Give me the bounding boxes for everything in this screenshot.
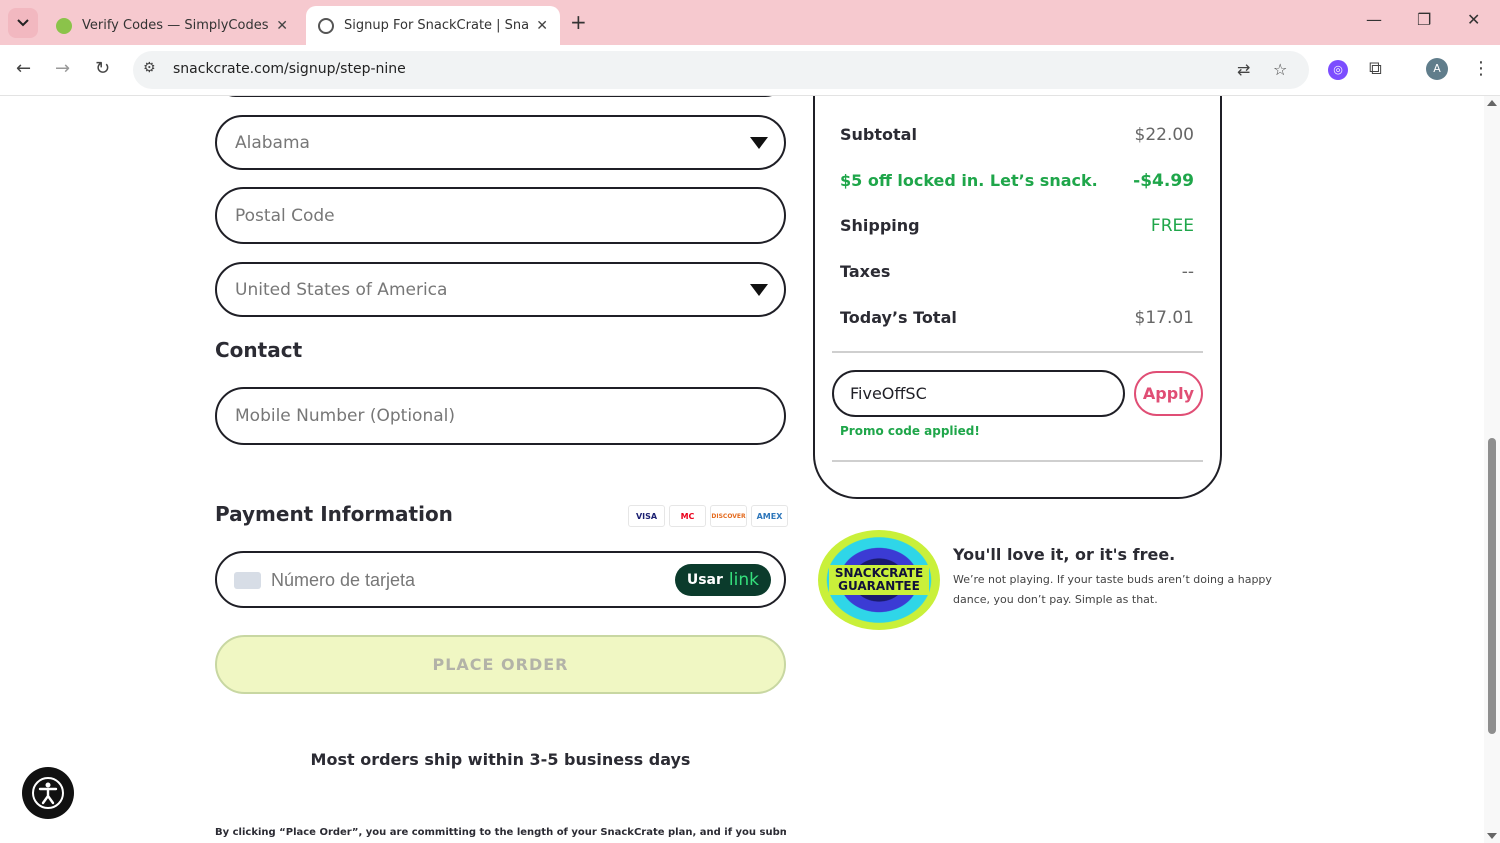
apply-button[interactable]: Apply [1134,371,1203,416]
total-value: $17.01 [1134,308,1194,328]
postal-code-input[interactable]: Postal Code [215,187,786,244]
browser-tab-bar: Verify Codes — SimplyCodes ✕ Signup For … [0,0,1500,45]
country-select-value: United States of America [235,280,448,300]
extension-icon[interactable]: ◎ [1328,60,1348,80]
close-tab-icon[interactable]: ✕ [536,18,548,34]
chevron-down-icon [17,19,29,27]
use-link-button[interactable]: Usar link [674,564,771,596]
close-window-icon[interactable]: ✕ [1467,10,1480,29]
promo-status: Promo code applied! [840,424,980,438]
country-select[interactable]: United States of America [215,262,786,317]
promo-row: $5 off locked in. Let’s snack. -$4.99 [840,171,1194,191]
extensions-puzzle-icon[interactable]: ⧉ [1369,58,1382,79]
contact-heading: Contact [215,338,303,362]
browser-toolbar: ← → ↻ ⚙ snackcrate.com/signup/step-nine … [0,45,1500,96]
state-select[interactable]: Alabama [215,115,786,170]
translate-icon[interactable]: ⇄ [1237,60,1250,79]
globe-icon [318,17,334,34]
bookmark-star-icon[interactable]: ☆ [1273,60,1287,79]
back-icon[interactable]: ← [16,58,31,79]
guarantee-badge-text: SNACKCRATE GUARANTEE [828,565,930,595]
scroll-down-icon[interactable] [1487,833,1497,839]
minimize-icon[interactable]: — [1366,10,1382,29]
order-summary-card [813,96,1222,499]
card-number-placeholder: Número de tarjeta [271,570,416,590]
guarantee-badge: SNACKCRATE GUARANTEE [818,530,940,630]
legal-text: By clicking “Place Order”, you are commi… [215,827,786,838]
subtotal-row: Subtotal $22.00 [840,125,1194,145]
shipping-row: Shipping FREE [840,216,1194,236]
new-tab-button[interactable]: + [570,10,587,34]
restore-icon[interactable]: ❐ [1417,10,1431,29]
shipping-label: Shipping [840,216,920,235]
forward-icon[interactable]: → [55,58,70,79]
accessibility-icon [32,777,64,809]
amex-icon: AMEX [751,505,788,527]
place-order-button[interactable]: PLACE ORDER [215,635,786,694]
shipping-value: FREE [1150,216,1194,236]
guarantee-body: We’re not playing. If your taste buds ar… [953,573,1272,606]
total-label: Today’s Total [840,308,957,327]
taxes-value: -- [1181,262,1194,282]
total-row: Today’s Total $17.01 [840,308,1194,328]
card-number-input[interactable]: Número de tarjeta Usar link [215,551,786,608]
visa-icon: VISA [628,505,665,527]
menu-kebab-icon[interactable]: ⋮ [1472,58,1490,79]
payment-heading: Payment Information [215,502,453,526]
tab-snackcrate-signup[interactable]: Signup For SnackCrate | SnackC ✕ [306,6,560,45]
tab-title: Verify Codes — SimplyCodes [82,18,269,33]
profile-avatar[interactable]: A [1426,58,1448,80]
subtotal-value: $22.00 [1134,125,1194,145]
promo-code-input[interactable]: FiveOffSC [832,370,1125,417]
credit-card-icon [234,572,261,589]
taxes-label: Taxes [840,262,891,281]
address-field-partial[interactable] [215,96,786,97]
state-select-value: Alabama [235,133,310,153]
mastercard-icon: MC [669,505,706,527]
postal-code-placeholder: Postal Code [235,206,335,226]
mobile-number-placeholder: Mobile Number (Optional) [235,406,456,426]
taxes-row: Taxes -- [840,262,1194,282]
mobile-number-input[interactable]: Mobile Number (Optional) [215,387,786,445]
address-bar[interactable]: ⚙ snackcrate.com/signup/step-nine ⇄ ☆ [133,51,1309,89]
close-tab-icon[interactable]: ✕ [276,18,288,34]
divider [832,460,1203,462]
link-button-usar: Usar [686,572,723,588]
tab-simplycodes[interactable]: Verify Codes — SimplyCodes ✕ [44,6,300,45]
scroll-thumb[interactable] [1488,438,1496,734]
card-brands: VISA MC DISCOVER AMEX [628,505,788,527]
simplycodes-favicon-icon [56,17,72,34]
promo-code-value: FiveOffSC [850,384,927,403]
promo-value: -$4.99 [1133,171,1194,191]
subtotal-label: Subtotal [840,125,917,144]
dropdown-arrow-icon [750,137,768,149]
page-content: Alabama Postal Code United States of Ame… [0,96,1484,843]
scroll-up-icon[interactable] [1487,100,1497,106]
page-scrollbar[interactable] [1484,96,1500,843]
reload-icon[interactable]: ↻ [95,58,110,79]
shipping-note: Most orders ship within 3-5 business day… [310,750,691,769]
link-button-link: link [728,570,759,590]
divider [832,351,1203,353]
discover-icon: DISCOVER [710,505,747,527]
promo-label: $5 off locked in. Let’s snack. [840,171,1098,190]
tab-search-button[interactable] [8,8,38,38]
dropdown-arrow-icon [750,284,768,296]
accessibility-button[interactable] [22,767,74,819]
guarantee-title: You'll love it, or it's free. [953,545,1176,564]
badge-line-2: GUARANTEE [838,579,920,593]
site-info-icon[interactable]: ⚙ [143,60,156,76]
tab-title: Signup For SnackCrate | SnackC [344,18,529,33]
url-text[interactable]: snackcrate.com/signup/step-nine [173,61,406,77]
